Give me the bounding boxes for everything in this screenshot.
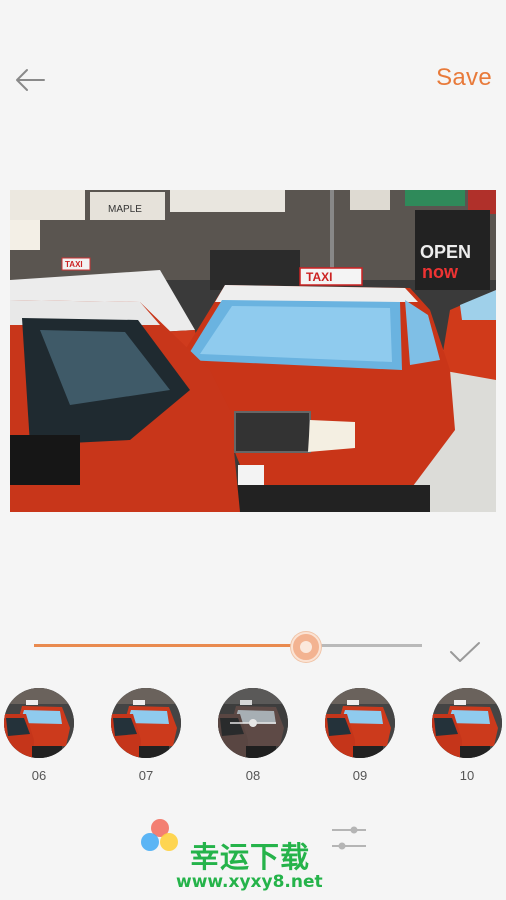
- open-sign-text: OPEN: [420, 242, 471, 262]
- sliders-icon: [332, 826, 366, 850]
- filter-thumbnail: [4, 688, 74, 758]
- filter-item[interactable]: 10: [432, 688, 502, 788]
- selected-indicator-dot: [249, 719, 257, 727]
- save-button[interactable]: Save: [436, 64, 492, 92]
- filter-label: 07: [138, 768, 154, 783]
- watermark-url: www.xyxy8.net: [176, 872, 323, 892]
- bottom-bar: 幸运下载 www.xyxy8.net: [0, 800, 506, 900]
- filter-label: 10: [459, 768, 475, 783]
- shop-sign-text: MAPLE: [108, 204, 142, 215]
- filter-label: 06: [31, 768, 47, 783]
- filter-item[interactable]: 09: [325, 688, 395, 788]
- watermark-logo-icon: [141, 819, 178, 851]
- top-bar: Save: [0, 0, 506, 160]
- slider-fill: [34, 644, 306, 647]
- checkmark-icon: [450, 642, 480, 662]
- confirm-button[interactable]: [448, 638, 482, 668]
- small-taxi-sign: TAXI: [65, 260, 83, 269]
- intensity-slider[interactable]: [34, 628, 424, 664]
- filter-strip: 06 07 08 09 10: [0, 688, 506, 788]
- filter-thumbnail: [218, 688, 288, 758]
- filter-label: 09: [352, 768, 368, 783]
- adjust-button[interactable]: [330, 822, 368, 856]
- back-button[interactable]: [12, 62, 48, 98]
- filter-label: 08: [245, 768, 261, 783]
- slider-knob[interactable]: [291, 632, 321, 662]
- filter-item[interactable]: 07: [111, 688, 181, 788]
- taxi-roof-sign: TAXI: [306, 270, 332, 284]
- filter-item[interactable]: 08: [218, 688, 288, 788]
- filter-item[interactable]: 06: [4, 688, 74, 788]
- photo-preview: MAPLE OPEN now TAXI TAXI: [10, 190, 496, 512]
- now-sign-text: now: [422, 262, 459, 282]
- filter-thumbnail: [325, 688, 395, 758]
- filter-thumbnail: [432, 688, 502, 758]
- watermark-title: 幸运下载: [190, 840, 311, 874]
- filter-thumbnail: [111, 688, 181, 758]
- back-arrow-icon: [16, 69, 45, 91]
